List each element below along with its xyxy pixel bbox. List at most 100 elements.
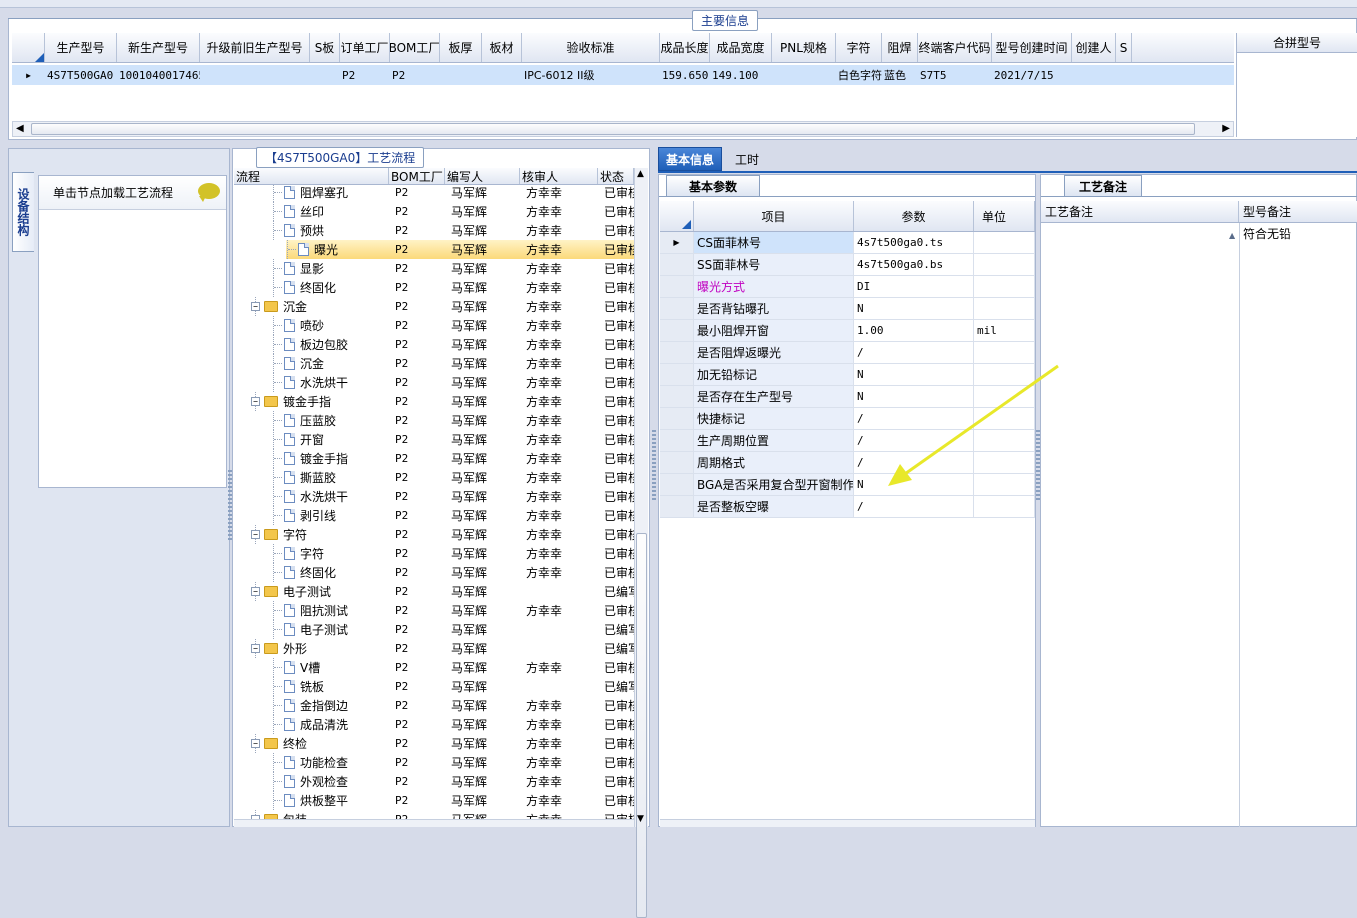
param-value[interactable]: / — [854, 496, 974, 517]
flow-tree-row[interactable]: 字符 P2 马军辉 方幸幸 已审核 — [234, 544, 634, 563]
basic-params-tab[interactable]: 基本参数 — [666, 175, 760, 196]
flow-column-header[interactable]: BOM工厂 — [389, 168, 445, 184]
collapse-icon[interactable]: − — [251, 739, 260, 748]
flow-tree-row[interactable]: 外观检查 P2 马军辉 方幸幸 已审核 — [234, 772, 634, 791]
tab-work-hours[interactable]: 工时 — [725, 147, 769, 171]
tab-basic-info[interactable]: 基本信息 — [658, 147, 722, 171]
flow-tree-row[interactable]: 水洗烘干 P2 马军辉 方幸幸 已审核 — [234, 373, 634, 392]
flow-tree-row[interactable]: 阻焊塞孔 P2 马军辉 方幸幸 已审核 — [234, 185, 634, 202]
main-info-hscroll[interactable]: ◀ ▶ — [12, 121, 1234, 137]
collapse-icon[interactable]: − — [251, 397, 260, 406]
model-note-text[interactable]: 符合无铅 — [1243, 225, 1291, 242]
flow-tree-row[interactable]: 沉金 P2 马军辉 方幸幸 已审核 — [234, 354, 634, 373]
flow-vscroll[interactable]: ▲ ▼ — [634, 168, 648, 918]
main-row-cell[interactable]: S7T5 — [918, 69, 992, 82]
main-column-header[interactable]: 阻焊 — [882, 33, 918, 62]
flow-tree-row[interactable]: − 镀金手指 P2 马军辉 方幸幸 已审核 — [234, 392, 634, 411]
basic-params-hscroll[interactable] — [660, 819, 1035, 827]
main-row-cell[interactable]: P2 — [390, 69, 440, 82]
main-column-header[interactable]: 板厚 — [440, 33, 482, 62]
main-column-header[interactable]: 新生产型号 — [117, 33, 200, 62]
flow-hscroll[interactable] — [234, 819, 634, 827]
main-row-cell[interactable]: 2021/7/15 — [992, 69, 1072, 82]
param-value[interactable]: 4s7t500ga0.ts — [854, 232, 974, 253]
process-notes-divider[interactable] — [1239, 223, 1240, 827]
flow-tree-row[interactable]: 曝光 P2 马军辉 方幸幸 已审核 — [286, 240, 634, 259]
scroll-left-icon[interactable]: ◀ — [16, 123, 24, 134]
flow-tree-row[interactable]: − 电子测试 P2 马军辉 已编写 — [234, 582, 634, 601]
flow-tree-row[interactable]: 预烘 P2 马军辉 方幸幸 已审核 — [234, 221, 634, 240]
scroll-up-icon[interactable]: ▲ — [637, 169, 644, 179]
scroll-down-icon[interactable]: ▼ — [637, 814, 644, 824]
collapse-icon[interactable]: − — [251, 302, 260, 311]
param-row[interactable]: ▶ CS面菲林号 4s7t500ga0.ts — [660, 232, 1035, 254]
main-column-header[interactable]: 订单工厂 — [340, 33, 390, 62]
param-row[interactable]: 是否整板空曝 / — [660, 496, 1035, 518]
flow-tree-row[interactable]: 丝印 P2 马军辉 方幸幸 已审核 — [234, 202, 634, 221]
flow-tree-row[interactable]: 铣板 P2 马军辉 已编写 — [234, 677, 634, 696]
param-row[interactable]: 最小阻焊开窗 1.00 mil — [660, 320, 1035, 342]
flow-tree-row[interactable]: 终固化 P2 马军辉 方幸幸 已审核 — [234, 563, 634, 582]
param-value[interactable]: DI — [854, 276, 974, 297]
main-column-header[interactable]: 终端客户代码 — [918, 33, 992, 62]
scroll-right-icon[interactable]: ▶ — [1222, 123, 1230, 134]
flow-tree-row[interactable]: 烘板整平 P2 马军辉 方幸幸 已审核 — [234, 791, 634, 810]
collapse-icon[interactable]: − — [251, 530, 260, 539]
flow-tree-row[interactable]: 金指倒边 P2 马军辉 方幸幸 已审核 — [234, 696, 634, 715]
main-row-cell[interactable]: 10010400174655 — [117, 69, 200, 82]
main-column-header[interactable]: PNL规格 — [772, 33, 836, 62]
main-column-header[interactable]: 创建人 — [1072, 33, 1116, 62]
main-column-header[interactable]: S — [1116, 33, 1132, 62]
flow-column-header[interactable]: 编写人 — [445, 168, 520, 184]
main-info-hscroll-thumb[interactable] — [31, 123, 1195, 135]
main-column-header[interactable]: BOM工厂 — [390, 33, 440, 62]
flow-tree-row[interactable]: − 沉金 P2 马军辉 方幸幸 已审核 — [234, 297, 634, 316]
param-value[interactable]: N — [854, 298, 974, 319]
main-column-header[interactable]: 生产型号 — [45, 33, 117, 62]
flow-tree-row[interactable]: − 字符 P2 马军辉 方幸幸 已审核 — [234, 525, 634, 544]
flow-tree-row[interactable]: 水洗烘干 P2 马军辉 方幸幸 已审核 — [234, 487, 634, 506]
param-row[interactable]: 是否背钻曝孔 N — [660, 298, 1035, 320]
flow-tree-row[interactable]: − 终检 P2 马军辉 方幸幸 已审核 — [234, 734, 634, 753]
flow-tree-row[interactable]: V槽 P2 马军辉 方幸幸 已审核 — [234, 658, 634, 677]
main-row-cell[interactable]: 4S7T500GA0 — [45, 69, 117, 82]
main-column-header[interactable]: 成品长度 — [660, 33, 710, 62]
process-notes-tab[interactable]: 工艺备注 — [1064, 175, 1142, 196]
flow-tree-row[interactable]: − 外形 P2 马军辉 已编写 — [234, 639, 634, 658]
main-row-cell[interactable]: IPC-6012 II级 — [522, 67, 660, 83]
collapse-icon[interactable]: − — [251, 587, 260, 596]
flow-column-header[interactable]: 核审人 — [520, 168, 598, 184]
params-column-header[interactable]: 参数 — [854, 201, 974, 231]
main-column-header[interactable]: 字符 — [836, 33, 882, 62]
flow-tree-row[interactable]: 终固化 P2 马军辉 方幸幸 已审核 — [234, 278, 634, 297]
flow-tree-row[interactable]: 电子测试 P2 马军辉 已编写 — [234, 620, 634, 639]
flow-column-header[interactable]: 流程 — [234, 168, 389, 184]
main-row-cell[interactable]: 159.650 — [660, 69, 710, 82]
main-row-cell[interactable]: P2 — [340, 69, 390, 82]
flow-tree-row[interactable]: 阻抗测试 P2 马军辉 方幸幸 已审核 — [234, 601, 634, 620]
flow-tree-row[interactable]: 剥引线 P2 马军辉 方幸幸 已审核 — [234, 506, 634, 525]
flow-vscroll-thumb[interactable] — [636, 533, 647, 918]
flow-tree-row[interactable]: 显影 P2 马军辉 方幸幸 已审核 — [234, 259, 634, 278]
flow-tree-row[interactable]: 撕蓝胶 P2 马军辉 方幸幸 已审核 — [234, 468, 634, 487]
note-scroll-up-icon[interactable]: ▲ — [1229, 231, 1235, 240]
params-column-header[interactable]: 项目 — [694, 201, 854, 231]
flow-tree-row[interactable]: 开窗 P2 马军辉 方幸幸 已审核 — [234, 430, 634, 449]
main-info-row[interactable]: ▶ 4S7T500GA010010400174655 P2P2 IPC-6012 II… — [12, 65, 1234, 85]
main-column-header[interactable]: 升级前旧生产型号 — [200, 33, 310, 62]
flow-tree-row[interactable]: 功能检查 P2 马军辉 方幸幸 已审核 — [234, 753, 634, 772]
main-column-header[interactable]: S板 — [310, 33, 340, 62]
param-value[interactable]: 4s7t500ga0.bs — [854, 254, 974, 275]
flow-column-header[interactable]: 状态 — [598, 168, 634, 184]
mid-splitter-grip[interactable] — [652, 430, 656, 500]
main-column-header[interactable]: 板材 — [482, 33, 522, 62]
param-row[interactable]: 曝光方式 DI — [660, 276, 1035, 298]
param-row[interactable]: SS面菲林号 4s7t500ga0.bs — [660, 254, 1035, 276]
main-column-header[interactable]: 成品宽度 — [710, 33, 772, 62]
flow-tree-row[interactable]: 板边包胶 P2 马军辉 方幸幸 已审核 — [234, 335, 634, 354]
params-column-header[interactable]: 单位 — [974, 201, 1035, 231]
load-flow-hint[interactable]: 单击节点加载工艺流程 — [39, 176, 226, 210]
main-row-cell[interactable]: 蓝色 — [882, 67, 918, 83]
main-column-header[interactable]: 型号创建时间 — [992, 33, 1072, 62]
main-row-cell[interactable]: 149.100 — [710, 69, 772, 82]
